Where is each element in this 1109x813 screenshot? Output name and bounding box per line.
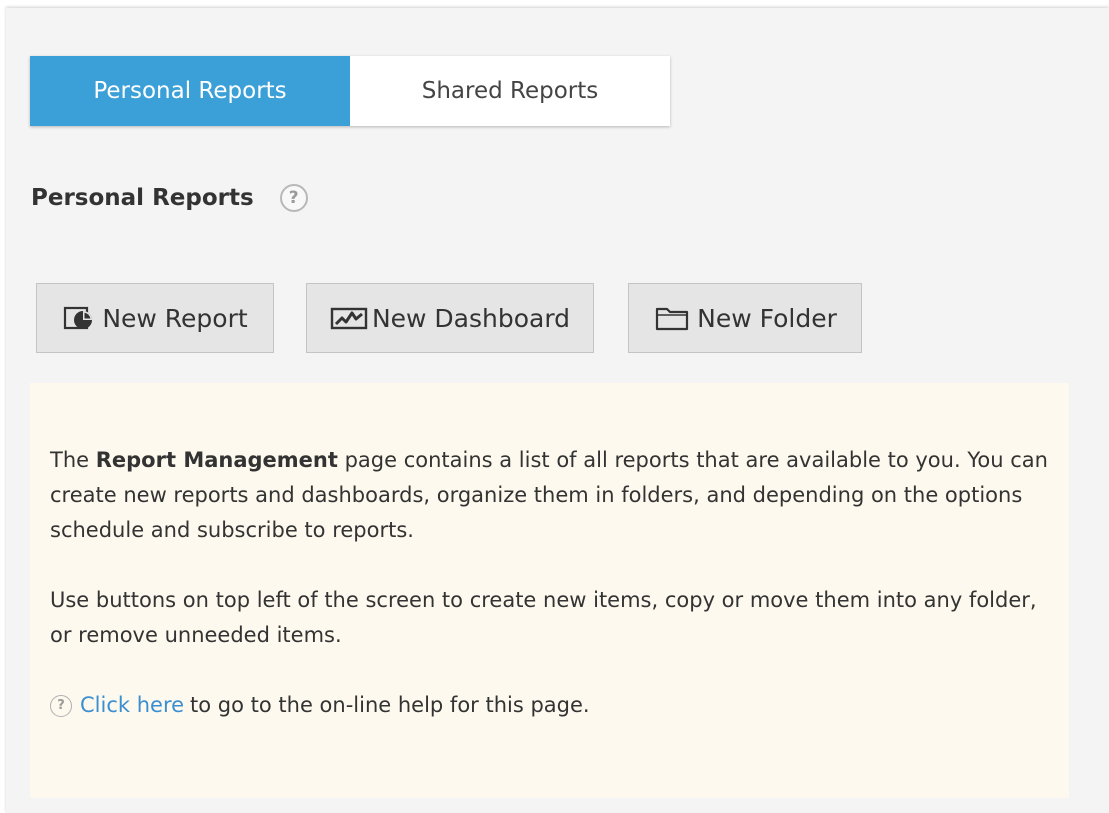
report-management-emphasis: Report Management [95,448,338,472]
tab-personal-reports[interactable]: Personal Reports [30,56,350,126]
page-title: Personal Reports [31,185,254,211]
info-text: The [50,448,96,472]
dashboard-chart-icon [330,304,368,332]
help-link-suffix: to go to the on-line help for this page. [190,693,590,717]
info-paragraph-2: Use buttons on top left of the screen to… [50,588,1037,647]
new-dashboard-button[interactable]: New Dashboard [306,283,594,353]
help-link[interactable]: Click here [80,688,184,723]
help-question-icon: ? [50,694,72,717]
report-management-panel: Personal Reports Shared Reports Personal… [6,8,1109,813]
info-box: The Report Management page contains a li… [30,383,1069,798]
question-circle-icon[interactable]: ? [279,184,308,212]
new-report-label: New Report [102,303,248,333]
report-tabs: Personal Reports Shared Reports [30,56,670,126]
section-title-row: Personal Reports ? [31,178,308,218]
help-line: ? Click here to go to the on-line help f… [50,688,1051,723]
new-folder-label: New Folder [697,303,837,333]
info-paragraph-1: The Report Management page contains a li… [50,443,1051,548]
folder-icon [653,304,693,332]
new-dashboard-label: New Dashboard [371,303,571,333]
pie-chart-document-icon [62,304,98,332]
new-folder-button[interactable]: New Folder [628,283,862,353]
new-report-button[interactable]: New Report [36,283,274,353]
tab-shared-reports[interactable]: Shared Reports [350,56,670,126]
